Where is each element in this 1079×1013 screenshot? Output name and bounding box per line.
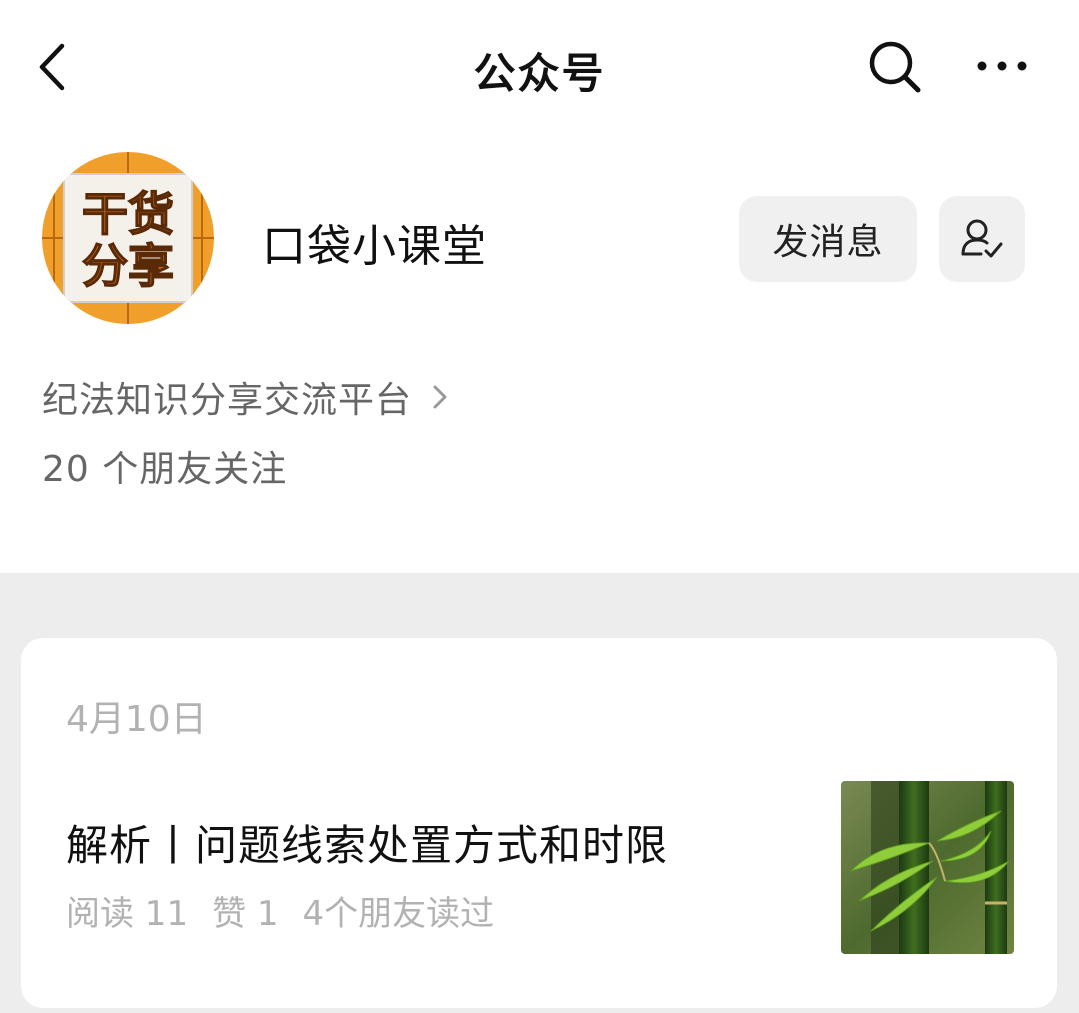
search-icon[interactable] (864, 36, 924, 96)
article-date: 4月10日 (66, 699, 207, 740)
account-avatar[interactable]: 干货 分享 (42, 152, 214, 324)
friends-read: 4个朋友读过 (302, 894, 495, 934)
account-name: 口袋小课堂 (262, 221, 487, 272)
followed-button[interactable] (939, 196, 1025, 282)
account-description-link[interactable]: 纪法知识分享交流平台 (42, 372, 450, 422)
article-stats: 阅读 11 赞 1 4个朋友读过 (66, 886, 494, 935)
article-title[interactable]: 解析丨问题线索处置方式和时限 (66, 812, 668, 873)
article-card[interactable]: 4月10日 解析丨问题线索处置方式和时限 阅读 11 赞 1 4个朋友读过 (21, 638, 1057, 1008)
user-check-icon (961, 219, 1003, 258)
send-message-button[interactable]: 发消息 (739, 196, 917, 282)
top-bar: 公众号 (0, 0, 1079, 130)
chevron-right-icon (433, 385, 447, 409)
avatar-text-line1: 干货 (82, 187, 174, 241)
like-count: 赞 1 (212, 894, 279, 934)
read-count: 阅读 11 (66, 894, 189, 934)
more-options-icon[interactable] (970, 46, 1034, 86)
account-description: 纪法知识分享交流平台 (42, 380, 413, 421)
avatar-text-line2: 分享 (82, 239, 174, 293)
article-thumbnail[interactable] (841, 781, 1014, 954)
friends-following: 20 个朋友关注 (42, 449, 288, 490)
